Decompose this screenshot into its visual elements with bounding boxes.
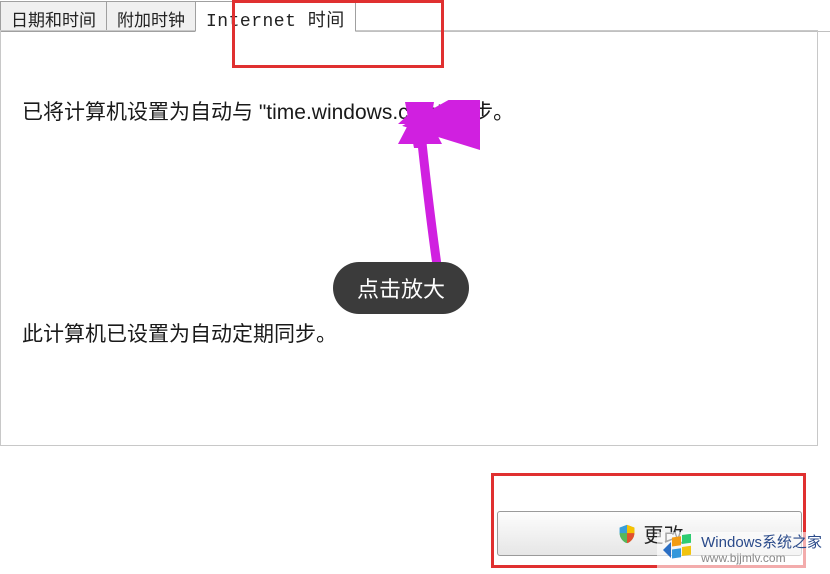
sync-status-text: 已将计算机设置为自动与 "time.windows.com" 同步。 [22,96,808,126]
watermark-title: Windows系统之家 [701,535,822,552]
watermark-url: www.bjjmlv.com [701,552,822,565]
tab-datetime[interactable]: 日期和时间 [0,1,107,32]
uac-shield-icon [616,523,638,545]
tab-internet-time[interactable]: Internet 时间 [195,1,356,32]
watermark-text: Windows系统之家 www.bjjmlv.com [701,535,822,565]
watermark: Windows系统之家 www.bjjmlv.com [657,532,826,568]
tab-additional-clocks[interactable]: 附加时钟 [106,1,196,32]
windows-logo-icon [661,534,693,566]
tabs-row: 日期和时间 附加时钟 Internet 时间 [0,0,830,32]
tooltip-enlarge[interactable]: 点击放大 [333,262,469,314]
content-area: 已将计算机设置为自动与 "time.windows.com" 同步。 此计算机已… [0,32,830,374]
auto-sync-text: 此计算机已设置为自动定期同步。 [22,318,808,348]
